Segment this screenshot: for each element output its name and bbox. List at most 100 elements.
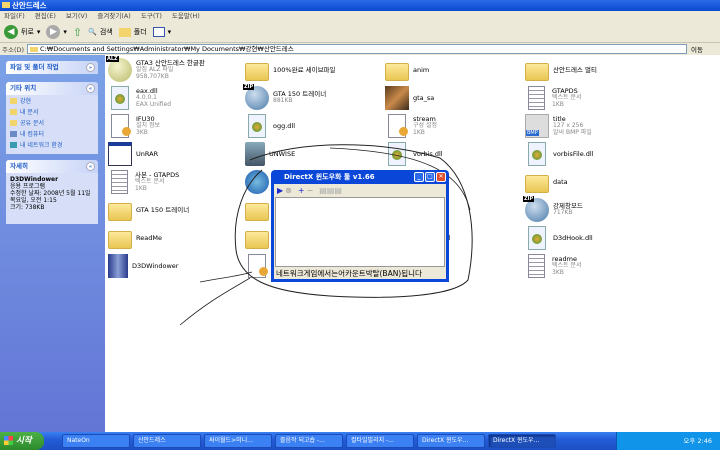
ie-file-icon: [245, 170, 269, 194]
file-item[interactable]: GTA 150 트레이너: [108, 197, 243, 223]
alz-file-icon: [106, 56, 132, 82]
taskbar-button[interactable]: 졸음작 되고숍 -...: [275, 434, 343, 448]
search-button[interactable]: 🔍 검색: [88, 27, 113, 37]
minimize-button[interactable]: _: [414, 172, 424, 182]
taskbar-button[interactable]: 싸이월드>미니...: [204, 434, 272, 448]
folder-file-icon: [385, 63, 409, 81]
file-item[interactable]: ReadMe: [108, 225, 243, 251]
other-places-panel: 기타 위치 « 강현 내 문서 공유 문서 내 컴퓨터 내 네트워크 환경: [6, 82, 98, 154]
file-item[interactable]: vorbis.dll: [385, 141, 520, 167]
stop-icon[interactable]: ⊗: [285, 186, 292, 195]
file-name: anim: [413, 65, 430, 74]
panel-header[interactable]: 자세히 «: [6, 160, 98, 173]
file-item[interactable]: readme 텍스트 문서 3KB: [525, 253, 660, 279]
file-item[interactable]: 산안드레스 멀티: [525, 57, 660, 83]
panel-header[interactable]: 기타 위치 «: [6, 82, 98, 95]
forward-button[interactable]: ▶ ▾: [46, 25, 67, 39]
menu-edit[interactable]: 편집(E): [35, 12, 56, 20]
detail-type: 응용 프로그램: [10, 183, 46, 190]
file-item[interactable]: ogg.dll: [245, 113, 380, 139]
menu-file[interactable]: 파일(F): [4, 12, 25, 20]
folder-file-icon: [245, 203, 269, 221]
taskbar-button[interactable]: 컬타일빌리지 -...: [346, 434, 414, 448]
place-link[interactable]: 내 네트워크 환경: [6, 139, 98, 150]
play-icon[interactable]: ▶: [277, 186, 283, 195]
address-label: 주소(D): [2, 46, 25, 54]
file-name: ogg.dll: [273, 121, 296, 130]
file-item[interactable]: data: [525, 169, 660, 195]
file-detail: 알씨 BMP 파일: [553, 128, 592, 136]
taskbar-button[interactable]: 산안드레스: [133, 434, 201, 448]
panel-title: 자세히: [10, 162, 28, 170]
menu-view[interactable]: 보기(V): [66, 12, 87, 20]
file-item[interactable]: IFU30 설치 정보 3KB: [108, 113, 243, 139]
window-title-bar: 산안드레스: [0, 0, 720, 11]
dialog-title-bar[interactable]: DirectX 윈도우화 툴 v1.66 _ □ ✕: [274, 170, 446, 184]
file-item[interactable]: D3dHook.dll: [525, 225, 660, 251]
file-item[interactable]: UnRAR: [108, 141, 243, 167]
place-link[interactable]: 내 문서: [6, 106, 98, 117]
program-list[interactable]: [275, 197, 445, 267]
file-item[interactable]: 사본 - GTAPDS 텍스트 문서 1KB: [108, 169, 243, 195]
start-button[interactable]: 시작: [0, 432, 44, 450]
taskbar-button[interactable]: DirectX 윈도우...: [417, 434, 485, 448]
folder-file-icon: [245, 63, 269, 81]
file-item[interactable]: anim: [385, 57, 520, 83]
cfg-file-icon: [111, 114, 131, 138]
file-item[interactable]: title127 x 256알씨 BMP 파일: [525, 113, 660, 139]
chevron-up-icon[interactable]: «: [86, 84, 95, 93]
file-item[interactable]: eax.dll 4.0.0.1 EAX Unified: [108, 85, 243, 111]
taskbar-button[interactable]: NateOn: [62, 434, 130, 448]
open-icon[interactable]: ▤▤▤: [319, 186, 342, 195]
remove-icon[interactable]: −: [307, 186, 314, 195]
file-item[interactable]: 100%완료 세이브파일: [245, 57, 380, 83]
place-link[interactable]: 공유 문서: [6, 117, 98, 128]
file-item[interactable]: GTA 150 트레이너881KB: [243, 84, 380, 111]
file-name: UNWISE: [269, 149, 296, 158]
views-button[interactable]: ▾: [152, 27, 171, 37]
file-item[interactable]: stream 구성 설정 1KB: [385, 113, 520, 139]
menu-help[interactable]: 도움말(H): [172, 12, 200, 20]
folders-label: 폴더: [133, 28, 147, 36]
file-item[interactable]: UNWISE: [245, 141, 380, 167]
add-icon[interactable]: +: [298, 186, 305, 195]
back-button[interactable]: ◀ 뒤로 ▾: [4, 25, 40, 39]
folder-file-icon: [108, 203, 132, 221]
cfg-file-icon: [388, 114, 408, 138]
panel-header[interactable]: 파일 및 폴더 작업 »: [6, 61, 98, 74]
up-folder-button[interactable]: ⇧: [73, 26, 82, 39]
file-item[interactable]: D3DWindower: [108, 253, 243, 279]
dll-file-icon: [528, 226, 546, 250]
chevron-up-icon[interactable]: «: [86, 162, 95, 171]
place-link[interactable]: 강현: [6, 95, 98, 106]
taskbar: 시작 NateOn 산안드레스 싸이월드>미니... 졸음작 되고숍 -... 컬타일빌…: [0, 432, 720, 450]
folders-button[interactable]: 폴더: [118, 27, 147, 37]
close-button[interactable]: ✕: [436, 172, 446, 182]
documents-icon: [10, 108, 17, 115]
network-icon: [10, 141, 17, 148]
folder-file-icon: [245, 231, 269, 249]
maximize-button[interactable]: □: [425, 172, 435, 182]
place-label: 내 컴퓨터: [20, 131, 44, 138]
file-item[interactable]: GTA3 산안드레스 한글판알집 ALZ 파일958,707KB: [106, 56, 243, 83]
file-detail: 1KB: [413, 128, 425, 136]
file-name: vorbis.dll: [413, 149, 443, 158]
detail-size: 크기: 738KB: [10, 204, 45, 211]
go-button[interactable]: 이동: [691, 44, 703, 54]
address-input[interactable]: C:₩Documents and Settings₩Administrator₩…: [27, 44, 688, 54]
cfg-file-icon: [248, 254, 268, 278]
panel-title: 파일 및 폴더 작업: [10, 63, 59, 71]
file-item[interactable]: gta_sa: [385, 85, 520, 111]
menu-favorites[interactable]: 즐겨찾기(A): [97, 12, 130, 20]
folder-icon: [118, 27, 131, 37]
menu-tools[interactable]: 도구(T): [141, 12, 162, 20]
taskbar-button[interactable]: DirectX 윈도우...: [488, 434, 556, 448]
place-label: 내 네트워크 환경: [20, 142, 63, 149]
chevron-down-icon[interactable]: »: [86, 63, 95, 72]
bmp-file-icon: [525, 114, 549, 138]
file-item[interactable]: GTAPDS 텍스트 문서 1KB: [525, 85, 660, 111]
file-item[interactable]: 강제창모드717KB: [523, 196, 660, 223]
file-item[interactable]: vorbisFile.dll: [525, 141, 660, 167]
directx-windower-dialog: DirectX 윈도우화 툴 v1.66 _ □ ✕ ▶ ⊗ + − ▤▤▤ 네트워크게…: [271, 170, 449, 282]
place-link[interactable]: 내 컴퓨터: [6, 128, 98, 139]
